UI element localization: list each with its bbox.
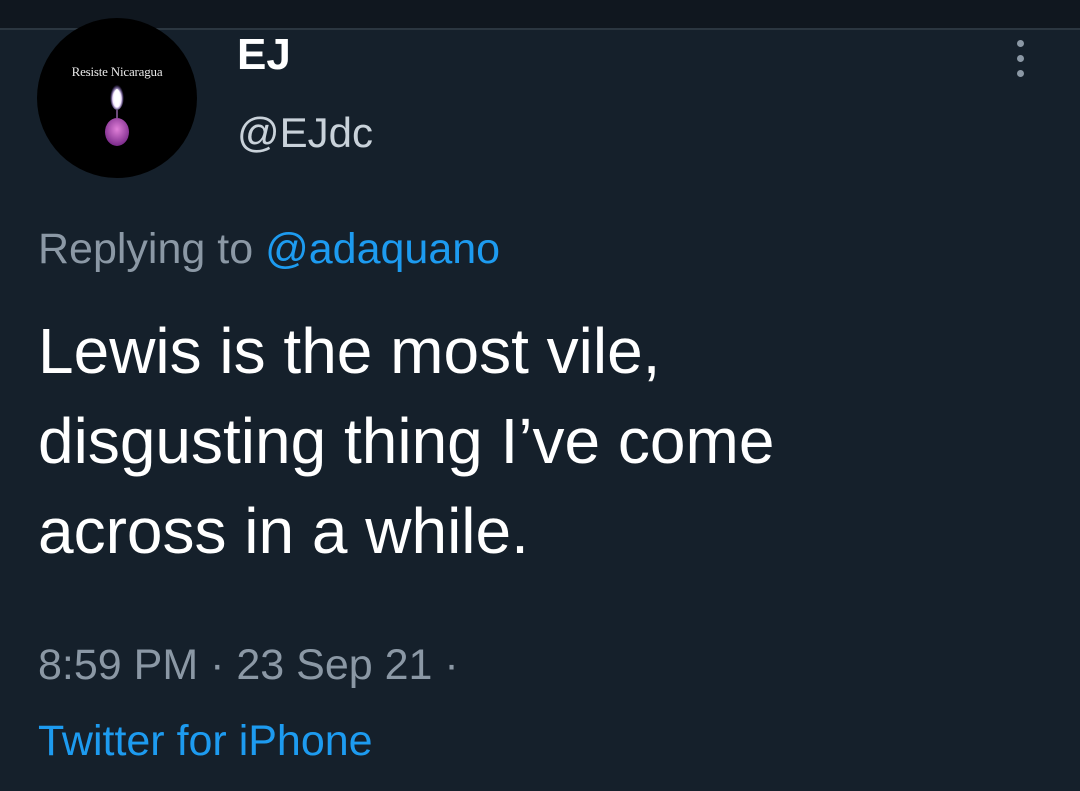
avatar[interactable]: Resiste Nicaragua xyxy=(37,18,197,178)
more-options-button[interactable] xyxy=(1004,38,1036,86)
tweet-source-link[interactable]: Twitter for iPhone xyxy=(38,714,373,768)
tweet-timestamp[interactable]: 8:59 PM · 23 Sep 21 · xyxy=(38,638,459,692)
display-name[interactable]: EJ xyxy=(237,30,291,80)
candle-icon xyxy=(105,82,129,146)
tweet-text: Lewis is the most vile, disgusting thing… xyxy=(38,306,1068,576)
tweet-text-line: Lewis is the most vile, xyxy=(38,315,661,387)
separator: · xyxy=(444,641,459,689)
top-bar xyxy=(0,0,1080,30)
user-handle[interactable]: @EJdc xyxy=(237,108,373,158)
avatar-text: Resiste Nicaragua xyxy=(71,64,163,79)
tweet-text-line: across in a while. xyxy=(38,495,529,567)
reply-context: Replying to @adaquano xyxy=(38,222,500,276)
tweet-date: 23 Sep 21 xyxy=(236,641,433,689)
reply-mention-link[interactable]: @adaquano xyxy=(265,225,500,273)
separator: · xyxy=(210,641,225,689)
more-vertical-icon xyxy=(1017,55,1024,62)
tweet-time: 8:59 PM xyxy=(38,641,199,689)
tweet-text-line: disgusting thing I’ve come xyxy=(38,405,775,477)
reply-prefix: Replying to xyxy=(38,225,254,273)
more-vertical-icon xyxy=(1017,70,1024,77)
more-vertical-icon xyxy=(1017,40,1024,47)
